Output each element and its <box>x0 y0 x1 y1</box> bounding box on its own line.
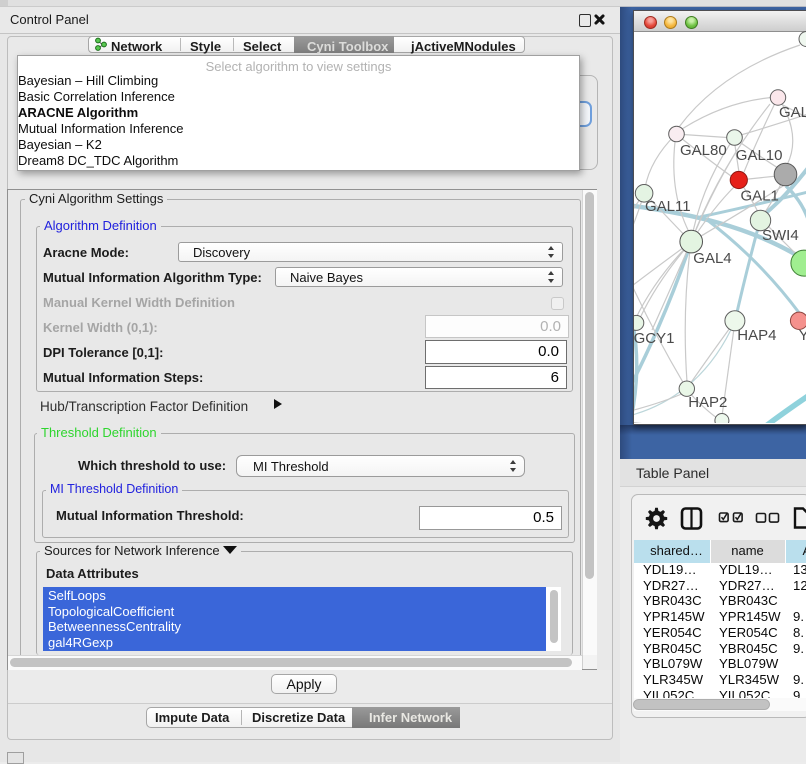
svg-text:GAL1: GAL1 <box>741 188 779 205</box>
svg-text:GAL80: GAL80 <box>680 142 727 159</box>
svg-text:SWI4: SWI4 <box>762 227 799 244</box>
svg-text:GAL4: GAL4 <box>693 250 731 267</box>
svg-text:YM: YM <box>799 327 806 344</box>
svg-text:HAP2: HAP2 <box>688 394 727 411</box>
svg-text:GAL7: GAL7 <box>779 104 806 121</box>
svg-text:GCY1: GCY1 <box>634 330 674 347</box>
svg-text:GAL11: GAL11 <box>645 198 691 215</box>
svg-text:GAL10: GAL10 <box>736 147 783 164</box>
svg-text:HAP4: HAP4 <box>737 327 776 344</box>
